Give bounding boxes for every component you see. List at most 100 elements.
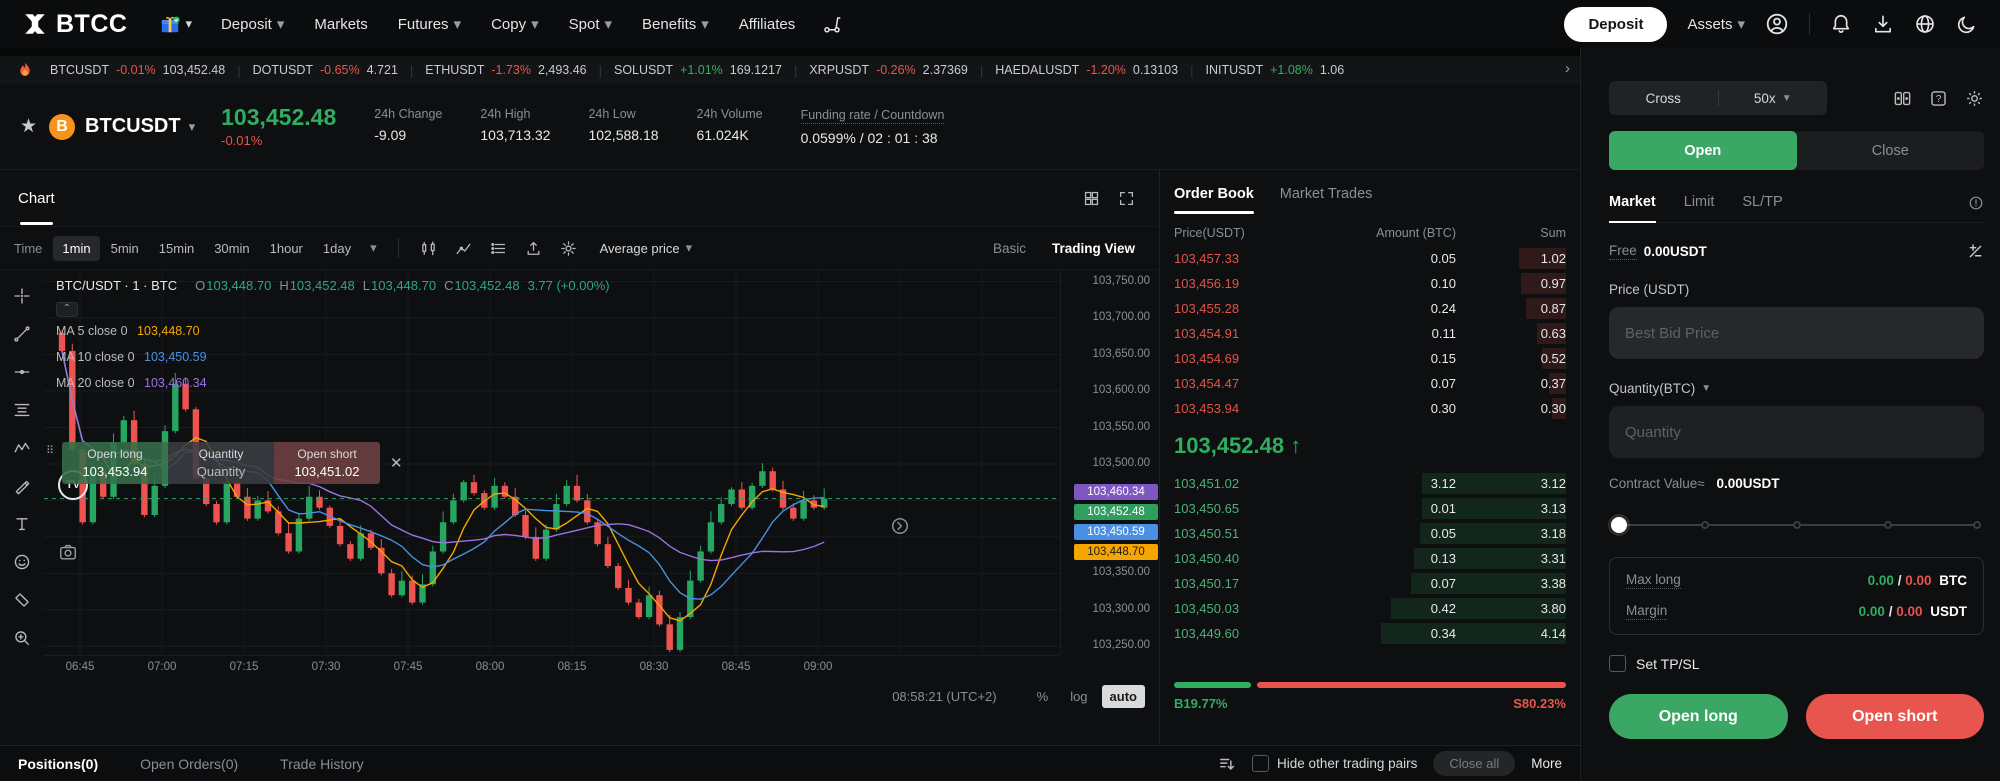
margin-leverage-selector[interactable]: Cross 50x ▼ — [1609, 81, 1827, 115]
open-long-button[interactable]: Open long — [1609, 694, 1788, 739]
ticker-next-chevron-icon[interactable]: › — [1561, 60, 1574, 77]
indicator-list-icon[interactable] — [481, 240, 516, 257]
nav-item-markets[interactable]: Markets — [314, 15, 367, 33]
order-book-row[interactable]: 103,457.330.051.02 — [1160, 246, 1580, 271]
settings-gear-icon[interactable] — [1965, 89, 1984, 108]
assets-menu[interactable]: Assets ▾ — [1687, 15, 1745, 33]
gift-promo-button[interactable]: ▾ — [159, 13, 192, 35]
nav-item-futures[interactable]: Futures▾ — [398, 15, 461, 33]
ticker-item-btcusdt[interactable]: BTCUSDT-0.01%103,452.48 — [50, 63, 225, 77]
sort-filter-icon[interactable] — [1218, 755, 1236, 773]
scale-auto[interactable]: auto — [1102, 685, 1145, 708]
layout-grid-icon[interactable] — [1083, 190, 1100, 207]
chart-snapshot-icon[interactable] — [58, 542, 78, 562]
fullscreen-expand-icon[interactable] — [1118, 190, 1135, 207]
hide-pairs-checkbox[interactable] — [1252, 755, 1269, 772]
more-button[interactable]: More — [1531, 756, 1562, 771]
brush-icon[interactable] — [10, 474, 34, 498]
tpsl-checkbox[interactable] — [1609, 655, 1626, 672]
positions-tab-trade-history[interactable]: Trade History — [280, 756, 364, 772]
timeframe-1day[interactable]: 1day — [314, 236, 360, 261]
order-book-tab-market-trades[interactable]: Market Trades — [1280, 186, 1373, 214]
order-book-row[interactable]: 103,453.940.300.30 — [1160, 396, 1580, 421]
nav-item-deposit[interactable]: Deposit▾ — [221, 15, 284, 33]
info-circle-icon[interactable] — [1968, 195, 1984, 221]
language-globe-icon[interactable] — [1914, 13, 1936, 35]
margin-mode[interactable]: Cross — [1609, 91, 1718, 106]
download-app-icon[interactable] — [1872, 13, 1894, 35]
order-book-mid-price[interactable]: 103,452.48 ↑ — [1160, 421, 1580, 471]
leverage-selector[interactable]: 50x ▼ — [1719, 91, 1828, 106]
candles-icon[interactable] — [411, 240, 446, 257]
set-tpsl-row[interactable]: Set TP/SL — [1609, 655, 1984, 672]
timeframe-15min[interactable]: 15min — [150, 236, 203, 261]
time-axis[interactable]: 06:4507:0007:1507:3007:4508:0008:1508:30… — [44, 655, 1060, 677]
price-input[interactable] — [1609, 307, 1984, 359]
chart-tab[interactable]: Chart — [14, 172, 59, 225]
overlay-close-icon[interactable]: ✕ — [390, 454, 403, 472]
trendline-icon[interactable] — [10, 322, 34, 346]
legend-collapse-button[interactable]: ⌃ — [56, 302, 78, 317]
order-book-row[interactable]: 103,454.910.110.63 — [1160, 321, 1580, 346]
order-tab-sl-tp[interactable]: SL/TP — [1742, 194, 1782, 222]
order-book-row[interactable]: 103,450.170.073.38 — [1160, 571, 1580, 596]
scooter-icon[interactable] — [822, 14, 842, 34]
ticker-item-xrpusdt[interactable]: XRPUSDT-0.26%2.37369 — [809, 63, 968, 77]
deposit-button[interactable]: Deposit — [1564, 7, 1667, 42]
ticker-item-ethusdt[interactable]: ETHUSDT-1.73%2,493.46 — [425, 63, 586, 77]
timeframe-1hour[interactable]: 1hour — [261, 236, 312, 261]
emoji-icon[interactable] — [10, 550, 34, 574]
chart-clock[interactable]: 08:58:21 (UTC+2) — [892, 689, 996, 704]
order-book-row[interactable]: 103,455.280.240.87 — [1160, 296, 1580, 321]
nav-item-copy[interactable]: Copy▾ — [491, 15, 539, 33]
hide-other-pairs-toggle[interactable]: Hide other trading pairs — [1252, 755, 1417, 772]
adjust-balance-icon[interactable] — [1967, 243, 1984, 260]
order-book-row[interactable]: 103,450.030.423.80 — [1160, 596, 1580, 621]
timeframe-30min[interactable]: 30min — [205, 236, 258, 261]
measure-icon[interactable] — [10, 588, 34, 612]
settings-icon[interactable] — [551, 240, 586, 257]
slider-tick[interactable] — [1973, 521, 1981, 529]
price-chart[interactable]: BTC/USDT · 1 · BTCO103,448.70H103,452.48… — [44, 270, 1060, 655]
order-book-row[interactable]: 103,450.510.053.18 — [1160, 521, 1580, 546]
btcc-logo[interactable]: BTCC — [22, 10, 127, 39]
positions-tab-open-orders-0-[interactable]: Open Orders(0) — [140, 756, 238, 772]
slider-tick[interactable] — [1884, 521, 1892, 529]
line-chart-icon[interactable] — [446, 240, 481, 257]
open-short-button[interactable]: Open short — [1806, 694, 1985, 739]
order-tab-market[interactable]: Market — [1609, 194, 1656, 222]
slider-tick[interactable] — [1793, 521, 1801, 529]
scale-[interactable]: % — [1029, 685, 1057, 708]
average-price-dropdown[interactable]: Average price ▾ — [600, 240, 693, 256]
chevron-down-icon[interactable]: ▼ — [1701, 383, 1711, 394]
scale-log[interactable]: log — [1062, 685, 1095, 708]
split-view-icon[interactable] — [1893, 89, 1912, 108]
fib-icon[interactable] — [10, 398, 34, 422]
order-book-row[interactable]: 103,450.650.013.13 — [1160, 496, 1580, 521]
order-book-row[interactable]: 103,449.600.344.14 — [1160, 621, 1580, 646]
order-book-row[interactable]: 103,450.400.133.31 — [1160, 546, 1580, 571]
favorite-star-icon[interactable]: ★ — [20, 115, 37, 138]
nav-item-benefits[interactable]: Benefits▾ — [642, 15, 709, 33]
pair-selector-chevron-icon[interactable]: ▾ — [189, 119, 196, 135]
upload-icon[interactable] — [516, 240, 551, 257]
nav-item-affiliates[interactable]: Affiliates — [739, 15, 795, 33]
nav-item-spot[interactable]: Spot▾ — [569, 15, 612, 33]
horizontal-line-icon[interactable] — [10, 360, 34, 384]
overlay-open-short-button[interactable]: Open short 103,451.02 — [274, 442, 380, 484]
crosshair-icon[interactable] — [10, 284, 34, 308]
side-tab-open[interactable]: Open — [1609, 131, 1797, 170]
overlay-drag-handle-icon[interactable]: ⠿ — [46, 448, 56, 455]
slider-tick[interactable] — [1701, 521, 1709, 529]
scroll-to-realtime-icon[interactable] — [890, 516, 910, 536]
positions-tab-positions-0-[interactable]: Positions(0) — [18, 756, 98, 772]
pattern-icon[interactable] — [10, 436, 34, 460]
slider-handle[interactable] — [1611, 517, 1627, 533]
timeframe-1min[interactable]: 1min — [53, 236, 99, 261]
quantity-input[interactable] — [1609, 406, 1984, 458]
view-tab-basic[interactable]: Basic — [993, 241, 1026, 256]
text-icon[interactable] — [10, 512, 34, 536]
overlay-quantity-field[interactable]: Quantity Quantity — [168, 442, 274, 484]
calculator-help-icon[interactable]: ? — [1929, 89, 1948, 108]
order-book-row[interactable]: 103,456.190.100.97 — [1160, 271, 1580, 296]
